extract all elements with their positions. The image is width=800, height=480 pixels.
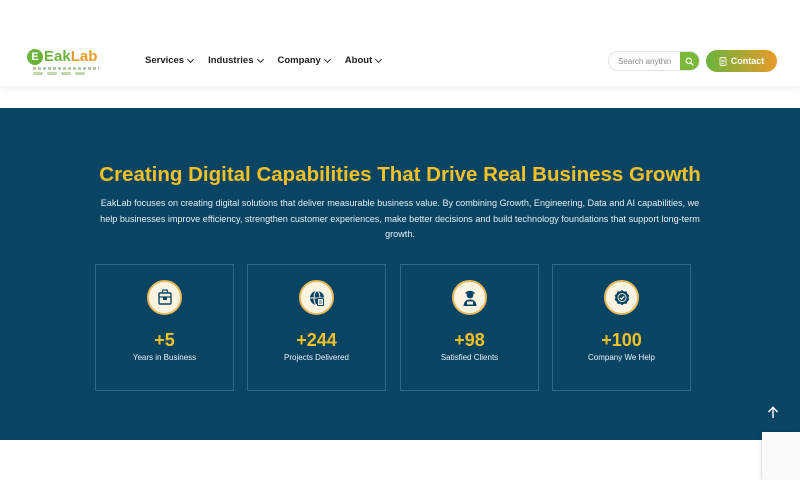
stat-card-projects: +244 Projects Delivered [247, 264, 386, 391]
stat-label: Satisfied Clients [440, 353, 499, 362]
search-box [608, 51, 700, 71]
globe-document-icon [309, 290, 324, 306]
stat-card-years: +5 Years in Business [95, 264, 234, 391]
stat-value: +5 [154, 330, 175, 350]
package-icon [157, 288, 172, 305]
logo-badges-graphic [33, 72, 85, 75]
hero-section: Creating Digital Capabilities That Drive… [0, 108, 800, 440]
document-icon [719, 56, 727, 66]
search-input[interactable] [609, 52, 680, 70]
logo-mark: E [27, 49, 43, 65]
search-button[interactable] [680, 52, 699, 70]
nav-about[interactable]: About [345, 55, 383, 66]
stat-value: +244 [296, 330, 337, 350]
stat-card-clients: +98 Satisfied Clients [400, 264, 539, 391]
arrow-up-icon [767, 405, 779, 418]
chevron-down-icon [323, 55, 331, 63]
logo-tagline-graphic [33, 67, 99, 70]
logo[interactable]: E EakLab [27, 48, 103, 76]
contact-label: Contact [730, 56, 765, 66]
stat-value: +98 [454, 330, 485, 350]
stat-label: Projects Delivered [284, 353, 349, 362]
nav-industries[interactable]: Industries [208, 55, 264, 66]
stat-label: Company We Help [588, 353, 655, 362]
site-header: E EakLab Services Industries Company Abo… [0, 0, 800, 108]
hero-description: EakLab focuses on creating digital solut… [100, 198, 700, 239]
stats-row: +5 Years in Business +244 Projects Deliv… [95, 264, 705, 391]
logo-text: EakLab [44, 48, 98, 65]
hero-title: Creating Digital Capabilities That Drive… [99, 163, 701, 186]
chevron-down-icon [256, 55, 264, 63]
stat-value: +100 [601, 330, 642, 350]
main-nav: Services Industries Company About [145, 55, 396, 66]
stat-label: Years in Business [132, 353, 197, 362]
recaptcha-badge[interactable] [762, 432, 800, 480]
contact-button[interactable]: Contact [706, 50, 777, 72]
search-icon [685, 56, 694, 66]
nav-services[interactable]: Services [145, 55, 195, 66]
scroll-to-top-button[interactable] [766, 405, 780, 419]
chevron-down-icon [187, 55, 195, 63]
stat-card-companies: +100 Company We Help [552, 264, 691, 391]
nav-company[interactable]: Company [278, 55, 331, 66]
badge-check-icon [614, 289, 629, 305]
client-icon [463, 290, 476, 306]
chevron-down-icon [375, 55, 383, 63]
